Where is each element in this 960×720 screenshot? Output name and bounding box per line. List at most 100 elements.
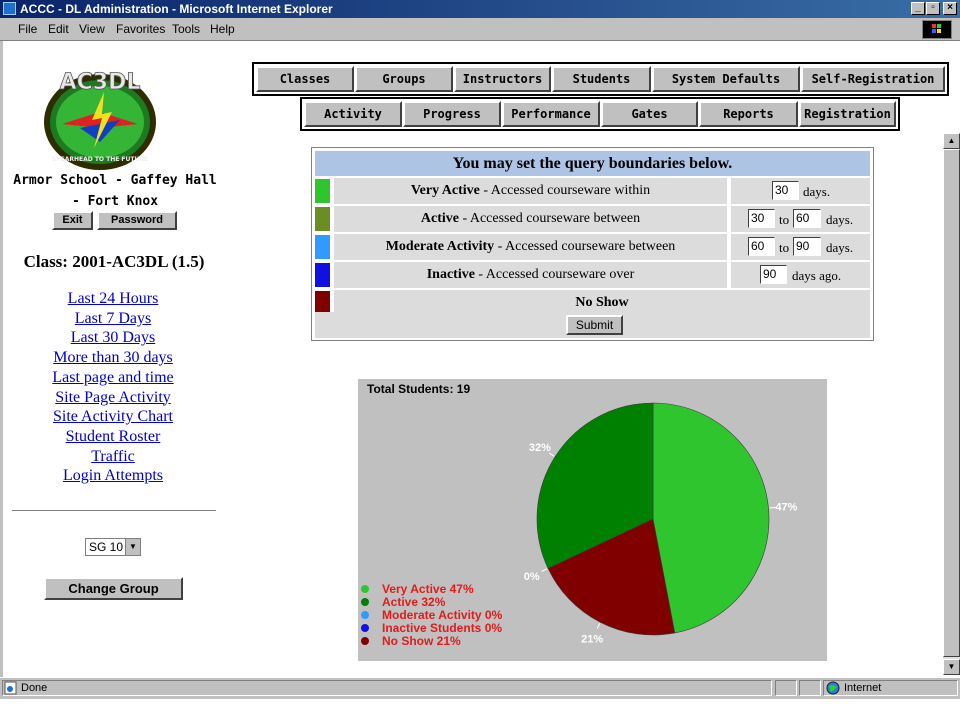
link-last-7-days[interactable]: Last 7 Days bbox=[10, 309, 216, 329]
very-active-days-input[interactable]: 30 bbox=[772, 181, 799, 200]
link-last-page-and-time[interactable]: Last page and time bbox=[10, 368, 216, 388]
link-traffic[interactable]: Traffic bbox=[10, 447, 216, 467]
school-line-2: - Fort Knox bbox=[71, 194, 159, 209]
menu-tools[interactable]: Tools bbox=[172, 22, 200, 36]
ie-app-icon bbox=[3, 2, 16, 15]
query-input-cell: 90 days ago. bbox=[731, 262, 870, 288]
tab-groups[interactable]: Groups bbox=[355, 66, 453, 92]
nav-row-secondary: Activity Progress Performance Gates Repo… bbox=[300, 97, 900, 131]
menu-favorites[interactable]: Favorites bbox=[116, 22, 165, 36]
query-row-moderate: Moderate Activity - Accessed courseware … bbox=[315, 234, 870, 260]
menu-help[interactable]: Help bbox=[210, 22, 235, 36]
active-from-input[interactable]: 30 bbox=[748, 209, 775, 228]
maximize-button[interactable]: ▫ bbox=[926, 2, 940, 15]
status-name: Active bbox=[420, 211, 459, 226]
scroll-up-arrow-icon[interactable]: ▲ bbox=[943, 133, 960, 149]
group-select-value: SG 10 bbox=[89, 540, 124, 554]
internet-globe-icon bbox=[826, 681, 840, 695]
chevron-down-icon[interactable]: ▼ bbox=[125, 539, 140, 555]
query-desc-active: Active - Accessed courseware between bbox=[334, 206, 727, 232]
link-last-30-days[interactable]: Last 30 Days bbox=[10, 328, 216, 348]
tab-system-defaults[interactable]: System Defaults bbox=[652, 66, 800, 92]
link-site-page-activity[interactable]: Site Page Activity bbox=[10, 388, 216, 408]
tab-classes[interactable]: Classes bbox=[256, 66, 354, 92]
slice-leader-line bbox=[596, 623, 601, 629]
query-row-inactive: Inactive - Accessed courseware over 90 d… bbox=[315, 262, 870, 288]
slice-leader-line bbox=[541, 568, 548, 572]
moderate-to-input[interactable]: 90 bbox=[793, 237, 821, 256]
status-pane bbox=[775, 680, 797, 696]
query-desc-moderate: Moderate Activity - Accessed courseware … bbox=[334, 234, 727, 260]
days-unit: days. bbox=[803, 184, 831, 199]
query-input-cell: 30 days. bbox=[731, 178, 870, 204]
days-ago-unit: days ago. bbox=[792, 268, 842, 283]
legend-marker bbox=[361, 637, 369, 645]
status-desc: - Accessed courseware within bbox=[479, 183, 651, 198]
frame-border bbox=[0, 41, 3, 677]
legend-entry: Active 32% bbox=[382, 595, 446, 609]
ac3dl-logo: AC3DL SPEARHEAD TO THE FUTURE bbox=[40, 62, 160, 172]
chart-title: Total Students: 19 bbox=[367, 382, 470, 396]
group-select[interactable]: SG 10 ▼ bbox=[85, 538, 141, 556]
vertical-scrollbar[interactable]: ▲ ▼ bbox=[943, 133, 960, 675]
change-group-button[interactable]: Change Group bbox=[44, 577, 183, 600]
menu-edit[interactable]: Edit bbox=[48, 22, 69, 36]
color-swatch-moderate bbox=[315, 235, 330, 259]
windows-logo-icon bbox=[922, 20, 952, 39]
query-desc-inactive: Inactive - Accessed courseware over bbox=[334, 262, 727, 288]
active-to-input[interactable]: 60 bbox=[793, 209, 821, 228]
status-desc: - Accessed courseware between bbox=[458, 211, 641, 226]
legend-marker bbox=[361, 624, 369, 632]
status-pane bbox=[799, 680, 821, 696]
scrollbar-thumb[interactable] bbox=[943, 149, 960, 657]
window-title-bar: ACCC - DL Administration - Microsoft Int… bbox=[0, 0, 960, 18]
logo-motto: SPEARHEAD TO THE FUTURE bbox=[52, 156, 148, 163]
tab-performance[interactable]: Performance bbox=[502, 101, 600, 127]
slice-percent-label: 32% bbox=[529, 442, 551, 454]
days-unit: days. bbox=[826, 212, 854, 227]
link-more-than-30-days[interactable]: More than 30 days bbox=[10, 348, 216, 368]
pie-slice-very-active bbox=[652, 402, 770, 634]
link-login-attempts[interactable]: Login Attempts bbox=[10, 466, 216, 486]
status-main: Done bbox=[2, 680, 772, 696]
window-title: ACCC - DL Administration - Microsoft Int… bbox=[20, 2, 333, 16]
tab-instructors[interactable]: Instructors bbox=[454, 66, 551, 92]
link-student-roster[interactable]: Student Roster bbox=[10, 427, 216, 447]
menu-file[interactable]: File bbox=[18, 22, 37, 36]
nav-row-primary: Classes Groups Instructors Students Syst… bbox=[252, 62, 949, 96]
inactive-days-input[interactable]: 90 bbox=[760, 265, 787, 284]
submit-button[interactable]: Submit bbox=[566, 315, 623, 335]
status-name: Inactive bbox=[426, 267, 475, 282]
link-site-activity-chart[interactable]: Site Activity Chart bbox=[10, 407, 216, 427]
query-boundaries-table: You may set the query boundaries below. … bbox=[311, 147, 874, 341]
query-row-active: Active - Accessed courseware between 30 … bbox=[315, 206, 870, 232]
exit-button[interactable]: Exit bbox=[52, 211, 93, 230]
class-label: Class: 2001-AC3DL (1.5) bbox=[23, 252, 205, 271]
password-button[interactable]: Password bbox=[97, 211, 177, 230]
menu-view[interactable]: View bbox=[79, 22, 105, 36]
slice-percent-label: 0% bbox=[524, 571, 540, 583]
to-label: to bbox=[779, 212, 790, 227]
scroll-down-arrow-icon[interactable]: ▼ bbox=[943, 659, 960, 675]
status-zone: Internet bbox=[823, 680, 958, 696]
legend-entry: No Show 21% bbox=[382, 634, 461, 648]
school-name: Armor School - Gaffey Hall - Fort Knox bbox=[10, 170, 220, 212]
tab-students[interactable]: Students bbox=[552, 66, 651, 92]
tab-reports[interactable]: Reports bbox=[699, 101, 798, 127]
color-swatch-inactive bbox=[315, 263, 330, 287]
report-links: Last 24 Hours Last 7 Days Last 30 Days M… bbox=[10, 289, 216, 486]
tab-self-registration[interactable]: Self-Registration bbox=[801, 66, 945, 92]
tab-progress[interactable]: Progress bbox=[403, 101, 501, 127]
status-desc: - Accessed courseware between bbox=[494, 239, 676, 254]
minimize-button[interactable]: _ bbox=[911, 2, 925, 15]
school-line-1: Armor School - Gaffey Hall bbox=[13, 173, 217, 188]
tab-activity[interactable]: Activity bbox=[304, 101, 402, 127]
zone-text: Internet bbox=[844, 682, 882, 694]
close-button[interactable]: × bbox=[943, 2, 957, 15]
tab-gates[interactable]: Gates bbox=[601, 101, 698, 127]
link-last-24-hours[interactable]: Last 24 Hours bbox=[10, 289, 216, 309]
slice-percent-label: 21% bbox=[581, 633, 603, 645]
moderate-from-input[interactable]: 60 bbox=[748, 237, 775, 256]
tab-registration[interactable]: Registration bbox=[799, 101, 896, 127]
query-header: You may set the query boundaries below. bbox=[315, 151, 870, 176]
